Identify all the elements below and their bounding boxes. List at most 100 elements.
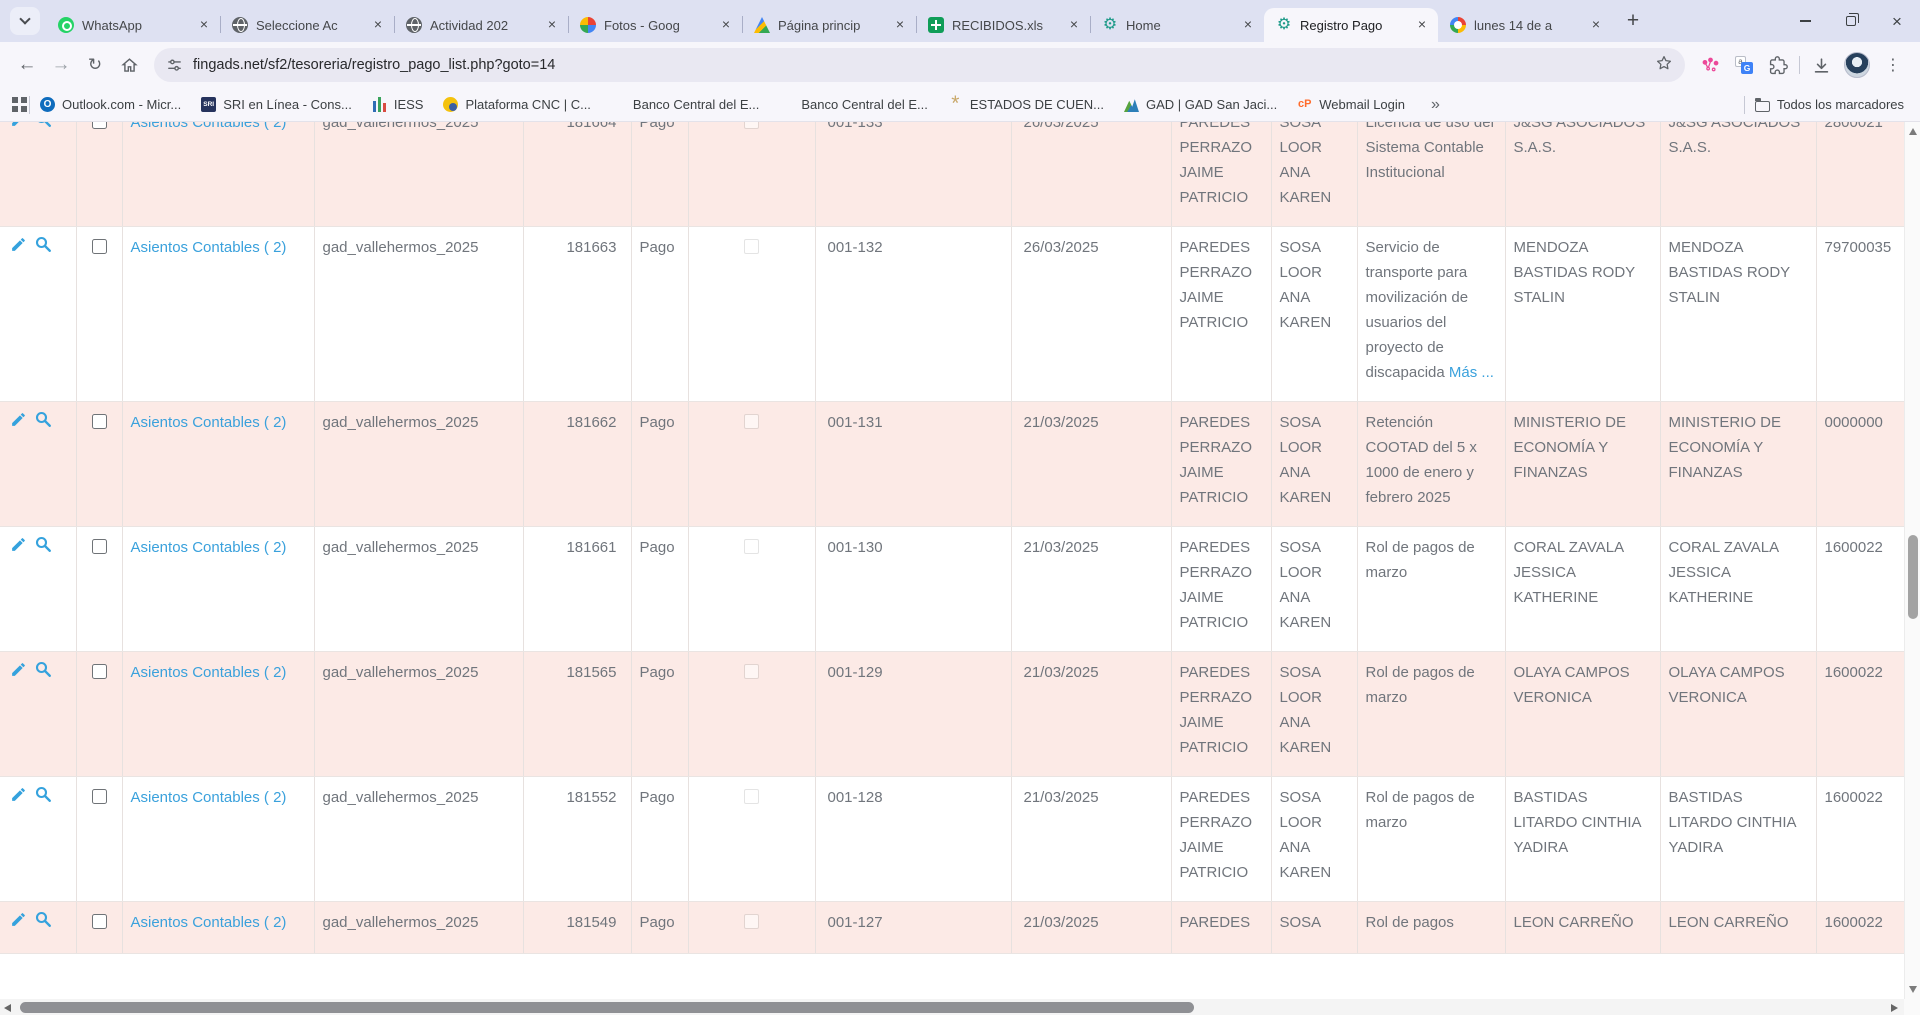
- tab-title: Actividad 202: [430, 18, 544, 33]
- search-icon[interactable]: [34, 235, 52, 261]
- asientos-contables-link[interactable]: Asientos Contables ( 2): [131, 239, 287, 256]
- browser-tab[interactable]: Fotos - Goog ×: [568, 8, 742, 42]
- vertical-scroll-thumb[interactable]: [1908, 535, 1918, 619]
- edit-icon[interactable]: [10, 536, 27, 561]
- search-icon[interactable]: [34, 122, 52, 136]
- browser-tab[interactable]: Seleccione Ac ×: [220, 8, 394, 42]
- restore-button[interactable]: [1828, 0, 1874, 42]
- bookmark-item[interactable]: GAD | GAD San Jaci...: [1124, 97, 1277, 112]
- browser-tab[interactable]: Página princip ×: [742, 8, 916, 42]
- close-icon[interactable]: ×: [1588, 17, 1604, 33]
- extension-pink-icon[interactable]: [1693, 48, 1727, 82]
- scroll-down-icon[interactable]: [1909, 986, 1917, 993]
- row-checkbox[interactable]: [92, 122, 107, 129]
- close-icon[interactable]: ×: [1240, 17, 1256, 33]
- tab-search-button[interactable]: [10, 7, 40, 35]
- forward-button[interactable]: →: [44, 48, 78, 82]
- close-window-button[interactable]: ×: [1874, 0, 1920, 42]
- close-icon[interactable]: ×: [544, 17, 560, 33]
- browser-menu-icon[interactable]: ⋮: [1876, 48, 1910, 82]
- asientos-contables-link[interactable]: Asientos Contables ( 2): [131, 122, 287, 131]
- edit-icon[interactable]: [10, 661, 27, 686]
- row-checkbox[interactable]: [92, 539, 107, 554]
- edit-icon[interactable]: [10, 236, 27, 261]
- site-settings-icon[interactable]: [166, 57, 183, 74]
- bookmark-item[interactable]: cP Webmail Login: [1297, 97, 1405, 112]
- search-icon[interactable]: [34, 785, 52, 811]
- payee-cell: MENDOZA BASTIDAS RODY STALIN: [1505, 227, 1660, 402]
- flag-checkbox[interactable]: [744, 239, 759, 254]
- bookmark-item[interactable]: Banco Central del E...: [611, 97, 759, 112]
- close-icon[interactable]: ×: [1066, 17, 1082, 33]
- scroll-left-icon[interactable]: [4, 1004, 11, 1012]
- row-checkbox[interactable]: [92, 789, 107, 804]
- asientos-contables-link[interactable]: Asientos Contables ( 2): [131, 789, 287, 806]
- bookmarks-overflow-chevron[interactable]: »: [1431, 96, 1440, 114]
- browser-tab[interactable]: Actividad 202 ×: [394, 8, 568, 42]
- bookmark-item[interactable]: O Outlook.com - Micr...: [40, 97, 181, 112]
- profile-avatar[interactable]: [1844, 52, 1870, 78]
- flag-checkbox[interactable]: [744, 122, 759, 129]
- document-number-cell: 001-130: [815, 527, 1011, 652]
- responsible-cell: PAREDES PERRAZO JAIME PATRICIO: [1171, 227, 1271, 402]
- search-icon[interactable]: [34, 660, 52, 686]
- row-checkbox[interactable]: [92, 239, 107, 254]
- extensions-puzzle-icon[interactable]: [1761, 48, 1795, 82]
- all-bookmarks-button[interactable]: Todos los marcadores: [1755, 97, 1904, 112]
- more-link[interactable]: Más ...: [1449, 364, 1494, 381]
- asientos-contables-link[interactable]: Asientos Contables ( 2): [131, 914, 287, 931]
- translate-icon[interactable]: aG: [1727, 48, 1761, 82]
- scroll-up-icon[interactable]: [1909, 128, 1917, 135]
- horizontal-scrollbar[interactable]: [0, 999, 1920, 1015]
- edit-icon[interactable]: [10, 122, 27, 136]
- close-icon[interactable]: ×: [196, 17, 212, 33]
- minimize-button[interactable]: [1782, 0, 1828, 42]
- bookmark-item[interactable]: Banco Central del E...: [779, 97, 927, 112]
- bookmark-item[interactable]: IESS: [372, 97, 424, 112]
- row-checkbox[interactable]: [92, 664, 107, 679]
- asientos-contables-link[interactable]: Asientos Contables ( 2): [131, 539, 287, 556]
- browser-tab[interactable]: Registro Pago ×: [1264, 8, 1438, 42]
- asientos-contables-link[interactable]: Asientos Contables ( 2): [131, 414, 287, 431]
- flag-checkbox[interactable]: [744, 414, 759, 429]
- extensions-area: aG ⋮: [1693, 48, 1910, 82]
- flag-checkbox[interactable]: [744, 789, 759, 804]
- scroll-right-icon[interactable]: [1891, 1004, 1898, 1012]
- close-icon[interactable]: ×: [370, 17, 386, 33]
- bookmark-star-icon[interactable]: [1655, 54, 1673, 77]
- bookmark-item[interactable]: ESTADOS DE CUEN...: [948, 97, 1104, 112]
- actions-cell: [0, 527, 76, 652]
- horizontal-scroll-thumb[interactable]: [20, 1002, 1194, 1013]
- flag-checkbox[interactable]: [744, 914, 759, 929]
- url-text[interactable]: fingads.net/sf2/tesoreria/registro_pago_…: [193, 57, 1647, 73]
- flag-checkbox[interactable]: [744, 664, 759, 679]
- edit-icon[interactable]: [10, 411, 27, 436]
- address-bar[interactable]: fingads.net/sf2/tesoreria/registro_pago_…: [154, 48, 1685, 82]
- close-icon[interactable]: ×: [892, 17, 908, 33]
- close-icon[interactable]: ×: [1414, 17, 1430, 33]
- close-icon[interactable]: ×: [718, 17, 734, 33]
- edit-icon[interactable]: [10, 786, 27, 811]
- edit-icon[interactable]: [10, 911, 27, 936]
- home-button[interactable]: [112, 48, 146, 82]
- asientos-contables-link[interactable]: Asientos Contables ( 2): [131, 664, 287, 681]
- browser-tab[interactable]: lunes 14 de a ×: [1438, 8, 1612, 42]
- downloads-icon[interactable]: [1804, 48, 1838, 82]
- bookmark-item[interactable]: Plataforma CNC | C...: [443, 97, 590, 112]
- tab-title: Home: [1126, 18, 1240, 33]
- browser-tab[interactable]: WhatsApp ×: [46, 8, 220, 42]
- vertical-scrollbar[interactable]: [1904, 122, 1920, 999]
- reload-button[interactable]: ↻: [78, 48, 112, 82]
- back-button[interactable]: ←: [10, 48, 44, 82]
- search-icon[interactable]: [34, 535, 52, 561]
- new-tab-button[interactable]: +: [1618, 6, 1648, 36]
- flag-checkbox[interactable]: [744, 539, 759, 554]
- search-icon[interactable]: [34, 410, 52, 436]
- search-icon[interactable]: [34, 910, 52, 936]
- row-checkbox[interactable]: [92, 914, 107, 929]
- row-checkbox[interactable]: [92, 414, 107, 429]
- browser-tab[interactable]: Home ×: [1090, 8, 1264, 42]
- bookmark-item[interactable]: SRI SRI en Línea - Cons...: [201, 97, 352, 112]
- browser-tab[interactable]: RECIBIDOS.xls ×: [916, 8, 1090, 42]
- apps-grid-icon[interactable]: [12, 97, 27, 112]
